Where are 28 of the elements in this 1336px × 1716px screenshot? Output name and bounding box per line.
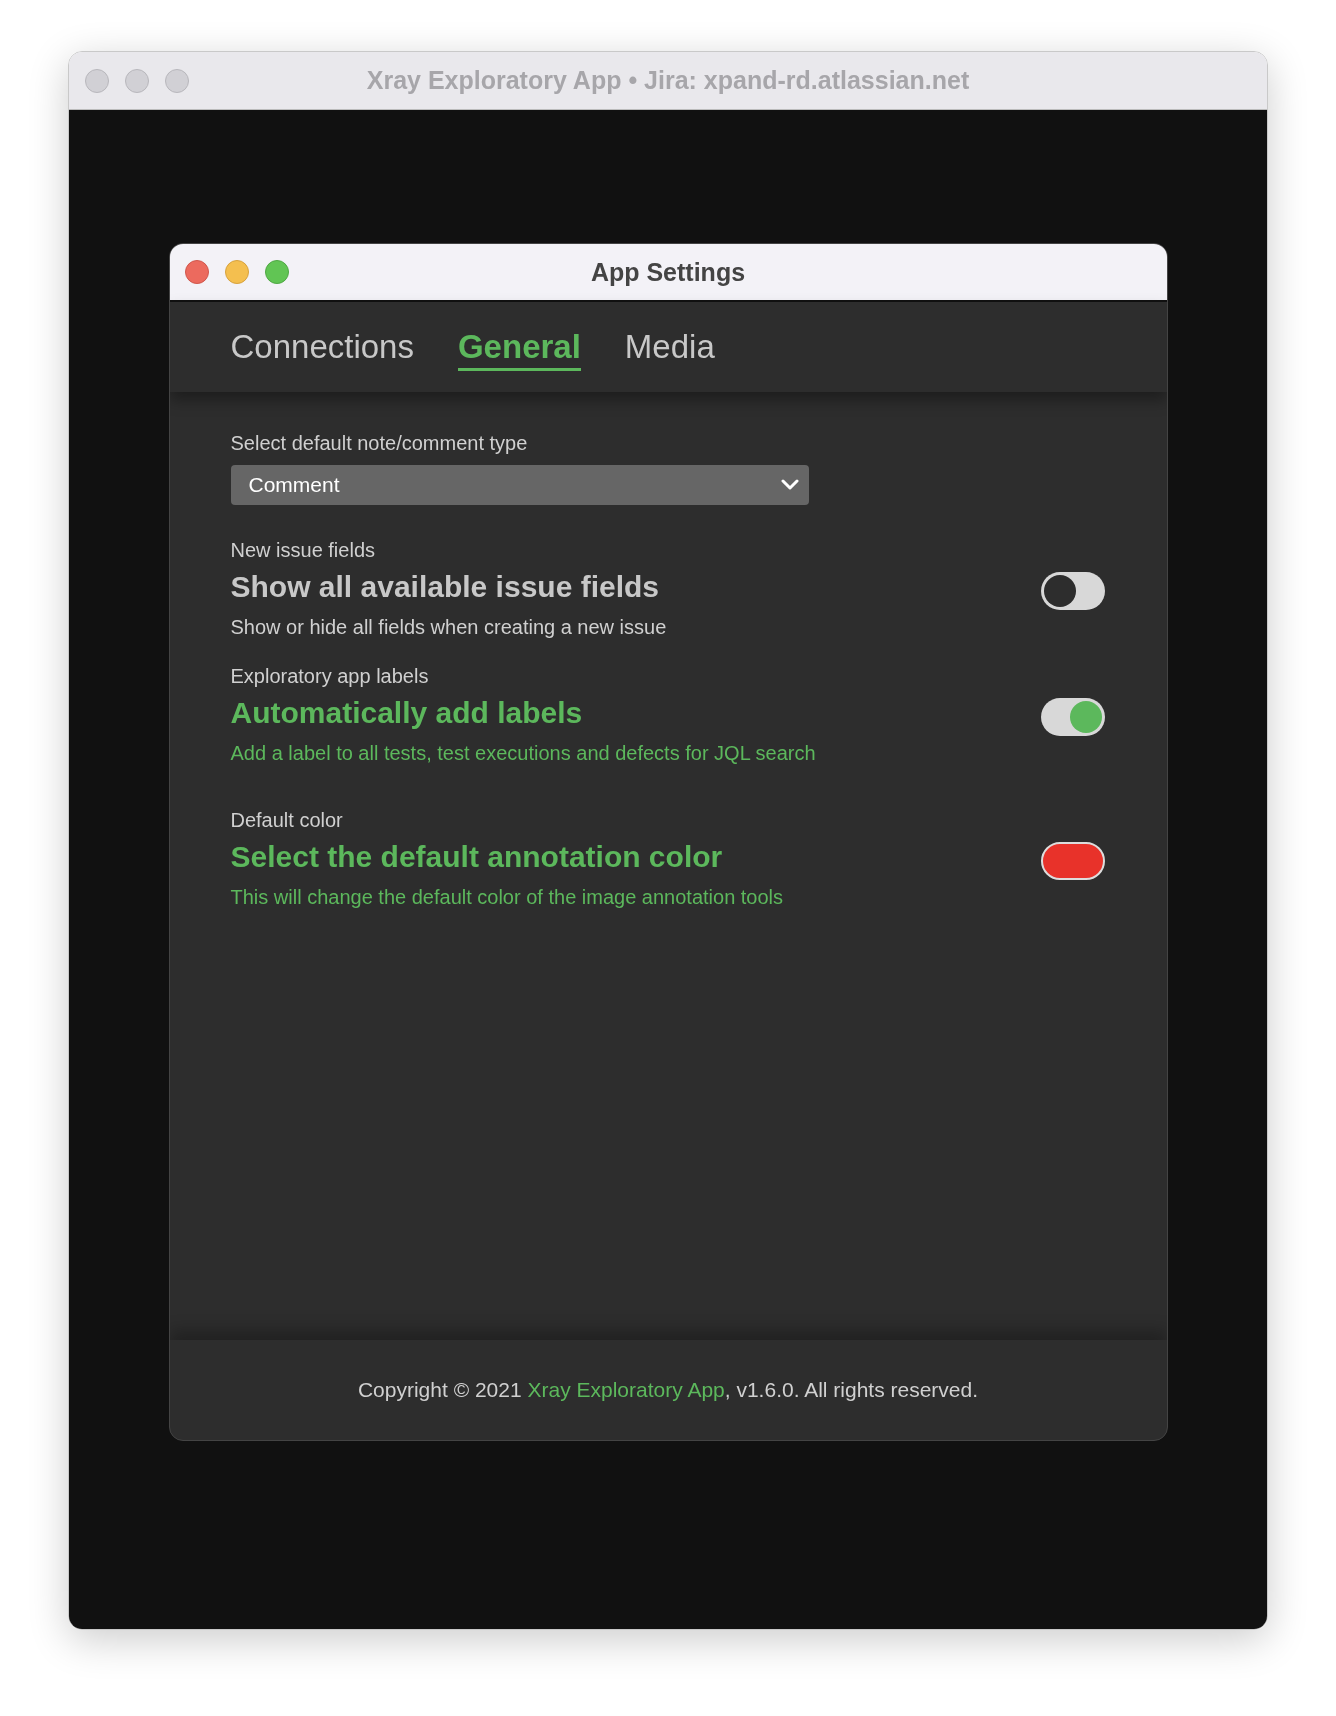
section-label: New issue fields: [230, 539, 376, 562]
setting-description: Add a label to all tests, test executions and defects for JQL search: [230, 742, 816, 765]
window-title: Xray Exploratory App • Jira: xpand-rd.atlassian.net: [366, 66, 970, 95]
copyright-text: Copyright © 2021 Xray Exploratory App, v1.6.0. All rights reserved.: [357, 1378, 979, 1402]
section-label: Exploratory app labels: [230, 665, 430, 688]
zoom-button[interactable]: [264, 260, 289, 284]
minimize-button[interactable]: [125, 68, 149, 93]
dialog-title: App Settings: [590, 257, 746, 287]
color-swatch[interactable]: [1040, 842, 1105, 880]
zoom-button[interactable]: [165, 68, 189, 93]
chevron-down-icon: [780, 479, 799, 491]
section-label: Default color: [230, 809, 344, 832]
setting-title: Automatically add labels: [230, 696, 584, 730]
toggle-switch[interactable]: [1040, 698, 1105, 736]
minimize-button[interactable]: [224, 260, 249, 284]
app-link[interactable]: Xray Exploratory App: [527, 1378, 725, 1401]
setting-description: Show or hide all fields when creating a new issue: [230, 616, 667, 639]
close-button[interactable]: [85, 68, 109, 93]
setting-title: Select the default annotation color: [230, 840, 724, 874]
toggle-switch[interactable]: [1040, 572, 1105, 610]
close-button[interactable]: [184, 260, 209, 284]
tab[interactable]: Connections: [230, 323, 414, 371]
field-label: Select default note/comment type: [230, 432, 529, 455]
tab[interactable]: Media: [624, 323, 715, 371]
note-type-dropdown[interactable]: Comment: [230, 465, 809, 505]
tab[interactable]: General: [457, 323, 581, 371]
setting-title: Show all available issue fields: [230, 570, 660, 604]
setting-description: This will change the default color of the image annotation tools: [230, 886, 784, 909]
